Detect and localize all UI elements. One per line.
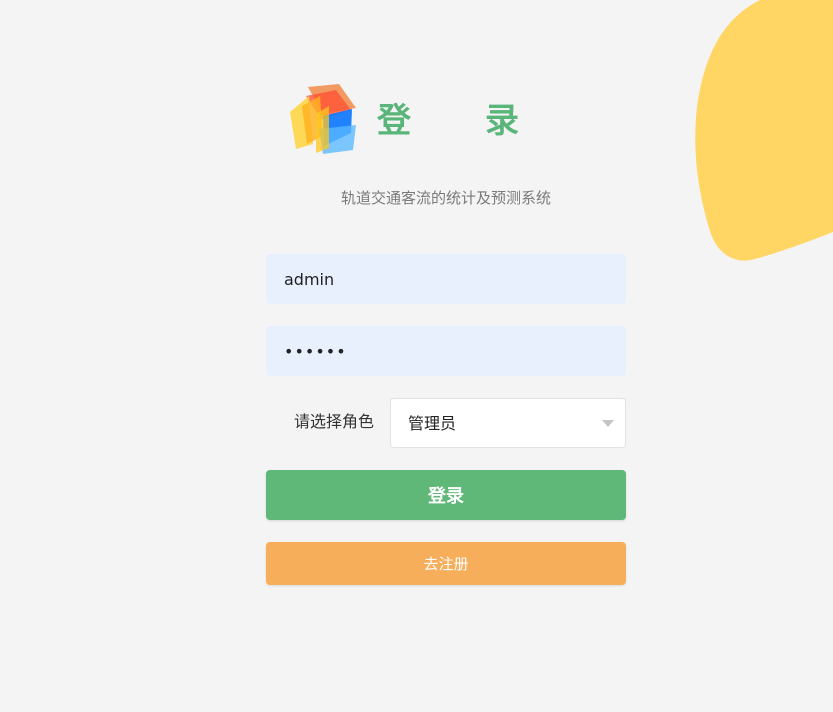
login-button[interactable]: 登录 <box>266 470 626 520</box>
cube-logo-icon <box>286 84 360 158</box>
register-button[interactable]: 去注册 <box>266 542 626 585</box>
password-input[interactable] <box>266 326 626 376</box>
system-subtitle: 轨道交通客流的统计及预测系统 <box>340 189 551 207</box>
role-label: 请选择角色 <box>293 412 374 431</box>
chevron-down-icon <box>602 420 614 427</box>
role-select[interactable]: 管理员 <box>390 398 626 448</box>
title-char-2: 录 <box>485 101 519 141</box>
page-title: 登 录 <box>377 96 519 146</box>
username-input[interactable] <box>266 254 626 304</box>
title-char-1: 登 <box>377 101 411 141</box>
role-selected-value: 管理员 <box>408 414 457 433</box>
